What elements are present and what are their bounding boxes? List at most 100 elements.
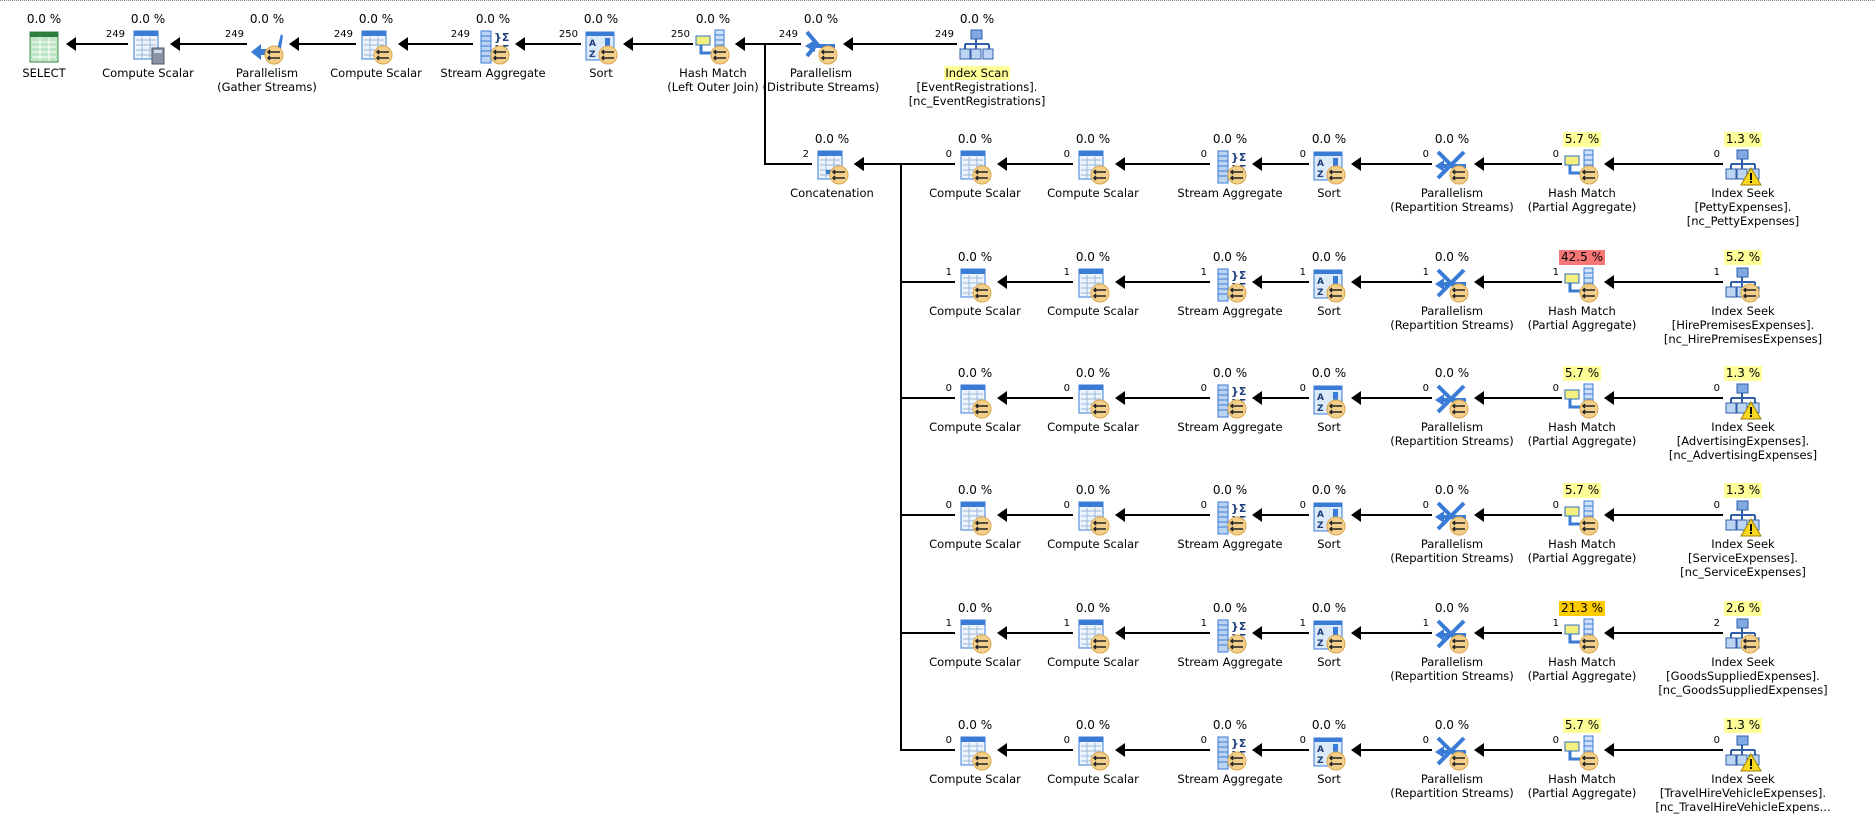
- operator-label: Sort: [1317, 537, 1341, 551]
- sort-icon[interactable]: AZ: [1309, 734, 1349, 772]
- row-count: 1: [1063, 618, 1070, 629]
- index-seek-icon[interactable]: [1723, 499, 1763, 537]
- plan-node-indexseek[interactable]: 1.3 % Index Seek [TravelHireVehicleExpense…: [1643, 714, 1843, 814]
- hash-match-icon[interactable]: [1562, 382, 1602, 420]
- compute-scalar-icon[interactable]: [128, 28, 168, 66]
- row-count: 0: [1063, 500, 1070, 511]
- hash-match-icon[interactable]: [1562, 266, 1602, 304]
- sort-icon[interactable]: AZ: [1309, 148, 1349, 186]
- operator-label: [nc_EventRegistrations]: [908, 94, 1046, 108]
- sort-icon[interactable]: AZ: [1309, 617, 1349, 655]
- row-count: 0: [1200, 500, 1207, 511]
- hash-match-icon[interactable]: [1562, 148, 1602, 186]
- hash-match-icon[interactable]: [1562, 499, 1602, 537]
- svg-text:A: A: [589, 39, 596, 49]
- compute-scalar-icon[interactable]: [955, 617, 995, 655]
- operator-label: Compute Scalar: [1047, 420, 1139, 434]
- compute-scalar-icon[interactable]: [955, 266, 995, 304]
- operator-label: [GoodsSuppliedExpenses].: [1666, 669, 1820, 683]
- row-count: 249: [934, 29, 954, 40]
- compute-scalar-icon[interactable]: [1073, 499, 1113, 537]
- parallel-badge-icon: [972, 165, 992, 185]
- compute-scalar-icon[interactable]: [356, 28, 396, 66]
- operator-label: [nc_PettyExpenses]: [1686, 214, 1800, 228]
- cost-percent: 0.0 %: [1434, 601, 1470, 615]
- index-seek-icon[interactable]: [1723, 734, 1763, 772]
- operator-label: Sort: [1317, 186, 1341, 200]
- plan-node-indexscan[interactable]: 0.0 % Index Scan [EventRegistrations]. [nc_…: [877, 8, 1077, 108]
- compute-scalar-icon[interactable]: [1073, 382, 1113, 420]
- operator-label: Index Seek: [1711, 537, 1775, 551]
- plan-node-indexseek[interactable]: 1.3 % Index Seek [PettyExpenses]. [nc_Petty…: [1643, 128, 1843, 228]
- parallel-badge-icon: [818, 45, 838, 65]
- hash-match-icon[interactable]: [1562, 734, 1602, 772]
- index-scan-icon[interactable]: [957, 28, 997, 66]
- plan-node-indexseek[interactable]: 5.2 % Index Seek [HirePremisesExpenses]. [n…: [1643, 246, 1843, 346]
- hash-match-icon[interactable]: [1562, 617, 1602, 655]
- row-count: 0: [945, 735, 952, 746]
- data-flow-line: [863, 163, 955, 516]
- operator-label: [nc_AdvertisingExpenses]: [1668, 448, 1818, 462]
- parallelism-repartition-icon[interactable]: [1432, 617, 1472, 655]
- operator-label: Compute Scalar: [1047, 537, 1139, 551]
- plan-node-indexseek[interactable]: 2.6 % Index Seek [GoodsSuppliedExpenses].[…: [1643, 597, 1843, 697]
- parallelism-repartition-icon[interactable]: [1432, 148, 1472, 186]
- parallelism-repartition-icon[interactable]: [1432, 266, 1472, 304]
- row-count: 0: [1552, 500, 1559, 511]
- cost-percent: 1.3 %: [1723, 483, 1763, 498]
- row-count: 249: [778, 29, 798, 40]
- compute-scalar-icon[interactable]: [955, 382, 995, 420]
- cost-percent: 0.0 %: [957, 718, 993, 732]
- plan-node-indexseek[interactable]: 1.3 % Index Seek [ServiceExpenses]. [nc_Ser…: [1643, 479, 1843, 579]
- plan-node-indexseek[interactable]: 1.3 % Index Seek [AdvertisingExpenses]. [nc…: [1643, 362, 1843, 462]
- cost-percent: 21.3 %: [1559, 601, 1605, 616]
- cost-percent: 0.0 %: [130, 12, 166, 26]
- compute-scalar-icon[interactable]: [1073, 617, 1113, 655]
- cost-percent: 1.3 %: [1723, 132, 1763, 147]
- concatenation-icon[interactable]: [812, 148, 852, 186]
- parallelism-repartition-icon[interactable]: [1432, 734, 1472, 772]
- parallel-badge-icon: [1326, 165, 1346, 185]
- parallel-badge-icon: [1579, 516, 1599, 536]
- parallelism-repartition-icon[interactable]: [1432, 499, 1472, 537]
- cost-percent: 5.7 %: [1562, 366, 1602, 381]
- compute-scalar-icon[interactable]: [955, 148, 995, 186]
- compute-scalar-icon[interactable]: [1073, 734, 1113, 772]
- row-count: 0: [1422, 500, 1429, 511]
- cost-percent: 0.0 %: [1311, 132, 1347, 146]
- cost-percent: 0.0 %: [957, 132, 993, 146]
- operator-label: [AdvertisingExpenses].: [1676, 434, 1810, 448]
- index-seek-icon[interactable]: [1723, 148, 1763, 186]
- svg-text:A: A: [1317, 510, 1324, 520]
- sort-icon[interactable]: AZ: [1309, 266, 1349, 304]
- index-seek-icon[interactable]: [1723, 617, 1763, 655]
- compute-scalar-icon[interactable]: [1073, 266, 1113, 304]
- parallel-badge-icon: [829, 165, 849, 185]
- cost-percent: 0.0 %: [1434, 132, 1470, 146]
- svg-text:Z: Z: [589, 50, 596, 60]
- index-seek-icon[interactable]: [1723, 266, 1763, 304]
- operator-label: Index Seek: [1711, 304, 1775, 318]
- svg-text:Z: Z: [1317, 170, 1324, 180]
- cost-percent: 0.0 %: [1075, 132, 1111, 146]
- sort-icon[interactable]: AZ: [1309, 382, 1349, 420]
- operator-label: [EventRegistrations].: [916, 80, 1038, 94]
- cost-percent: 1.3 %: [1723, 718, 1763, 733]
- operator-label: Parallelism: [1420, 772, 1484, 786]
- compute-scalar-icon[interactable]: [955, 734, 995, 772]
- operator-label: Compute Scalar: [1047, 772, 1139, 786]
- operator-label: (Partial Aggregate): [1527, 669, 1637, 683]
- cost-percent: 0.0 %: [1311, 718, 1347, 732]
- parallelism-distribute-icon[interactable]: [801, 28, 841, 66]
- row-count: 2: [1713, 618, 1720, 629]
- index-seek-icon[interactable]: [1723, 382, 1763, 420]
- row-count: 0: [1200, 383, 1207, 394]
- compute-scalar-icon[interactable]: [955, 499, 995, 537]
- sort-icon[interactable]: AZ: [1309, 499, 1349, 537]
- compute-scalar-icon[interactable]: [1073, 148, 1113, 186]
- parallel-badge-icon: [972, 399, 992, 419]
- row-count: 1: [1200, 267, 1207, 278]
- operator-label: Sort: [1317, 420, 1341, 434]
- row-count: 249: [105, 29, 125, 40]
- parallelism-repartition-icon[interactable]: [1432, 382, 1472, 420]
